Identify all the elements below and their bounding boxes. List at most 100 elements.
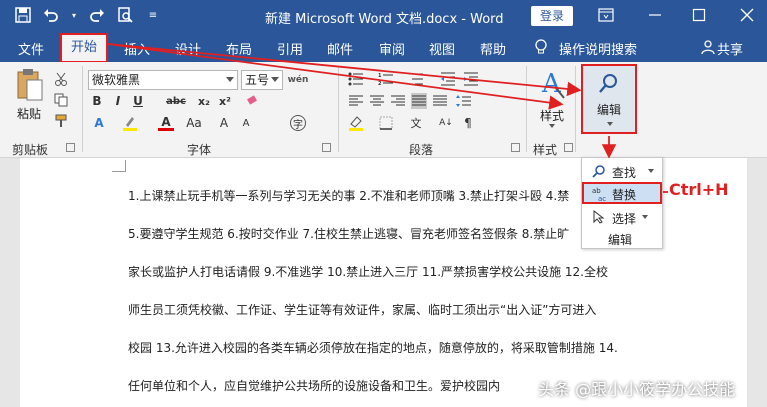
title-bar: ▾ ≡ 新建 Microsoft Word 文档.docx - Word 登录 xyxy=(0,0,767,32)
bold-icon[interactable]: B xyxy=(89,93,105,109)
numbering-icon[interactable]: 12 xyxy=(378,71,394,87)
align-center-icon[interactable] xyxy=(369,93,385,109)
justify-icon[interactable] xyxy=(411,93,427,109)
highlight-color-icon[interactable] xyxy=(122,115,138,131)
ribbon-tabs: 文件 插入 设计 布局 引用 邮件 审阅 视图 帮助 操作说明搜索 共享 xyxy=(0,32,767,62)
clear-formatting-icon[interactable] xyxy=(244,93,260,109)
font-size-value: 五号 xyxy=(245,73,270,87)
chinese-layout-icon[interactable]: 文 xyxy=(408,115,424,131)
shrink-font-icon[interactable]: A xyxy=(238,115,254,131)
replace-label: 替换 xyxy=(612,188,637,202)
svg-text:2: 2 xyxy=(378,81,382,86)
styles-group-label: 样式 xyxy=(533,143,558,157)
styles-dialog-launcher[interactable] xyxy=(564,143,573,152)
paste-button[interactable]: 粘贴 xyxy=(17,105,41,122)
chevron-down-icon xyxy=(549,124,555,128)
select-menu-item[interactable]: 选择 xyxy=(582,206,662,228)
paste-icon[interactable] xyxy=(16,68,44,105)
document-line: 5.要遵守学生规范 6.按时交作业 7.住校生禁止逃寝、冒充老师签名签假条 8.… xyxy=(128,227,570,241)
tab-view[interactable]: 视图 xyxy=(429,39,455,58)
italic-icon[interactable]: I xyxy=(110,93,126,109)
font-name-value: 微软雅黑 xyxy=(92,73,141,87)
watermark: 头条 @跟小小筱学办公技能 xyxy=(538,380,736,399)
chevron-down-icon[interactable]: ▾ xyxy=(70,6,78,24)
replace-menu-item[interactable]: ab ac 替换 xyxy=(582,182,662,204)
tab-insert[interactable]: 插入 xyxy=(124,39,150,58)
borders-icon[interactable] xyxy=(378,115,394,131)
clipboard-dialog-launcher[interactable] xyxy=(66,143,75,152)
chevron-down-icon xyxy=(271,77,279,82)
paragraph-dialog-launcher[interactable] xyxy=(511,143,520,152)
font-color-icon[interactable]: A xyxy=(158,115,174,131)
tab-layout[interactable]: 布局 xyxy=(226,39,252,58)
grow-font-icon[interactable]: A xyxy=(216,115,232,131)
tab-help[interactable]: 帮助 xyxy=(480,39,506,58)
document-line: 家长或监护人打电话请假 9.不准逃学 10.禁止进入三厅 11.严禁损害学校公共… xyxy=(128,265,608,279)
phonetic-guide-icon[interactable]: wén xyxy=(288,72,309,88)
font-name-select[interactable]: 微软雅黑 xyxy=(88,70,238,90)
tell-me-search[interactable]: 操作说明搜索 xyxy=(559,39,637,58)
minimize-icon[interactable] xyxy=(643,4,667,26)
show-formatting-icon[interactable]: ¶ xyxy=(460,115,476,131)
dropdown-footer-label: 编辑 xyxy=(608,233,633,247)
superscript-icon[interactable]: x² xyxy=(217,93,233,109)
format-painter-icon[interactable] xyxy=(54,114,68,131)
font-group-label: 字体 xyxy=(187,143,212,157)
quick-access-toolbar: ▾ ≡ xyxy=(14,6,162,24)
change-case-icon[interactable]: Aa xyxy=(186,115,202,131)
ribbon-display-options-icon[interactable] xyxy=(594,4,618,26)
print-preview-icon[interactable] xyxy=(116,6,134,24)
distributed-icon[interactable] xyxy=(432,93,448,109)
styles-icon[interactable]: A xyxy=(540,68,566,105)
increase-indent-icon[interactable] xyxy=(463,71,479,87)
svg-text:ab: ab xyxy=(592,187,601,195)
editing-button[interactable] xyxy=(581,64,637,134)
copy-icon[interactable] xyxy=(54,93,68,110)
customize-qat-icon[interactable]: ≡ xyxy=(144,6,162,24)
group-separator xyxy=(526,66,527,152)
sort-icon[interactable]: A↓ xyxy=(438,115,454,131)
enclose-characters-icon[interactable]: 字 xyxy=(290,115,306,131)
font-dialog-launcher[interactable] xyxy=(322,143,331,152)
decrease-indent-icon[interactable] xyxy=(440,71,456,87)
tab-review[interactable]: 审阅 xyxy=(379,39,405,58)
underline-icon[interactable]: U xyxy=(130,93,146,109)
tab-file[interactable]: 文件 xyxy=(18,39,44,58)
editing-dropdown-menu: 查找 ab ac 替换 选择 编辑 xyxy=(581,157,663,249)
tab-home[interactable]: 开始 xyxy=(60,33,108,63)
group-separator xyxy=(575,66,576,152)
tab-mailings[interactable]: 邮件 xyxy=(327,39,353,58)
page-corner-mark xyxy=(112,160,126,172)
share-button[interactable]: 共享 xyxy=(717,39,743,58)
select-label: 选择 xyxy=(612,212,637,226)
styles-button[interactable]: 样式 xyxy=(540,107,564,124)
multilevel-list-icon[interactable] xyxy=(408,71,424,87)
cut-icon[interactable] xyxy=(54,72,68,89)
window-title: 新建 Microsoft Word 文档.docx - Word xyxy=(265,12,504,27)
align-right-icon[interactable] xyxy=(390,93,406,109)
strikethrough-icon[interactable]: abc xyxy=(166,93,186,109)
find-menu-item[interactable]: 查找 xyxy=(582,160,662,182)
group-separator xyxy=(338,66,339,152)
document-line: 师生员工须凭校徽、工作证、学生证等有效证件，家属、临时工须出示“出入证”方可进入 xyxy=(128,303,597,317)
close-icon[interactable] xyxy=(735,4,759,26)
chevron-down-icon xyxy=(607,122,613,126)
chevron-down-icon xyxy=(642,215,648,219)
bullets-icon[interactable] xyxy=(348,71,364,87)
find-label: 查找 xyxy=(612,166,637,180)
tab-design[interactable]: 设计 xyxy=(175,39,201,58)
cursor-arrow-icon xyxy=(592,209,606,224)
line-spacing-icon[interactable] xyxy=(456,93,472,109)
font-size-select[interactable]: 五号 xyxy=(241,70,283,90)
maximize-icon[interactable] xyxy=(687,4,711,26)
redo-icon[interactable] xyxy=(88,6,106,24)
align-left-icon[interactable] xyxy=(348,93,364,109)
text-effects-icon[interactable]: A xyxy=(91,115,107,131)
paragraph-group-label: 段落 xyxy=(409,143,434,157)
login-button[interactable]: 登录 xyxy=(531,6,573,26)
shading-icon[interactable] xyxy=(348,115,364,131)
subscript-icon[interactable]: x₂ xyxy=(196,93,212,109)
tab-references[interactable]: 引用 xyxy=(277,39,303,58)
save-icon[interactable] xyxy=(14,6,32,24)
undo-icon[interactable] xyxy=(42,6,60,24)
